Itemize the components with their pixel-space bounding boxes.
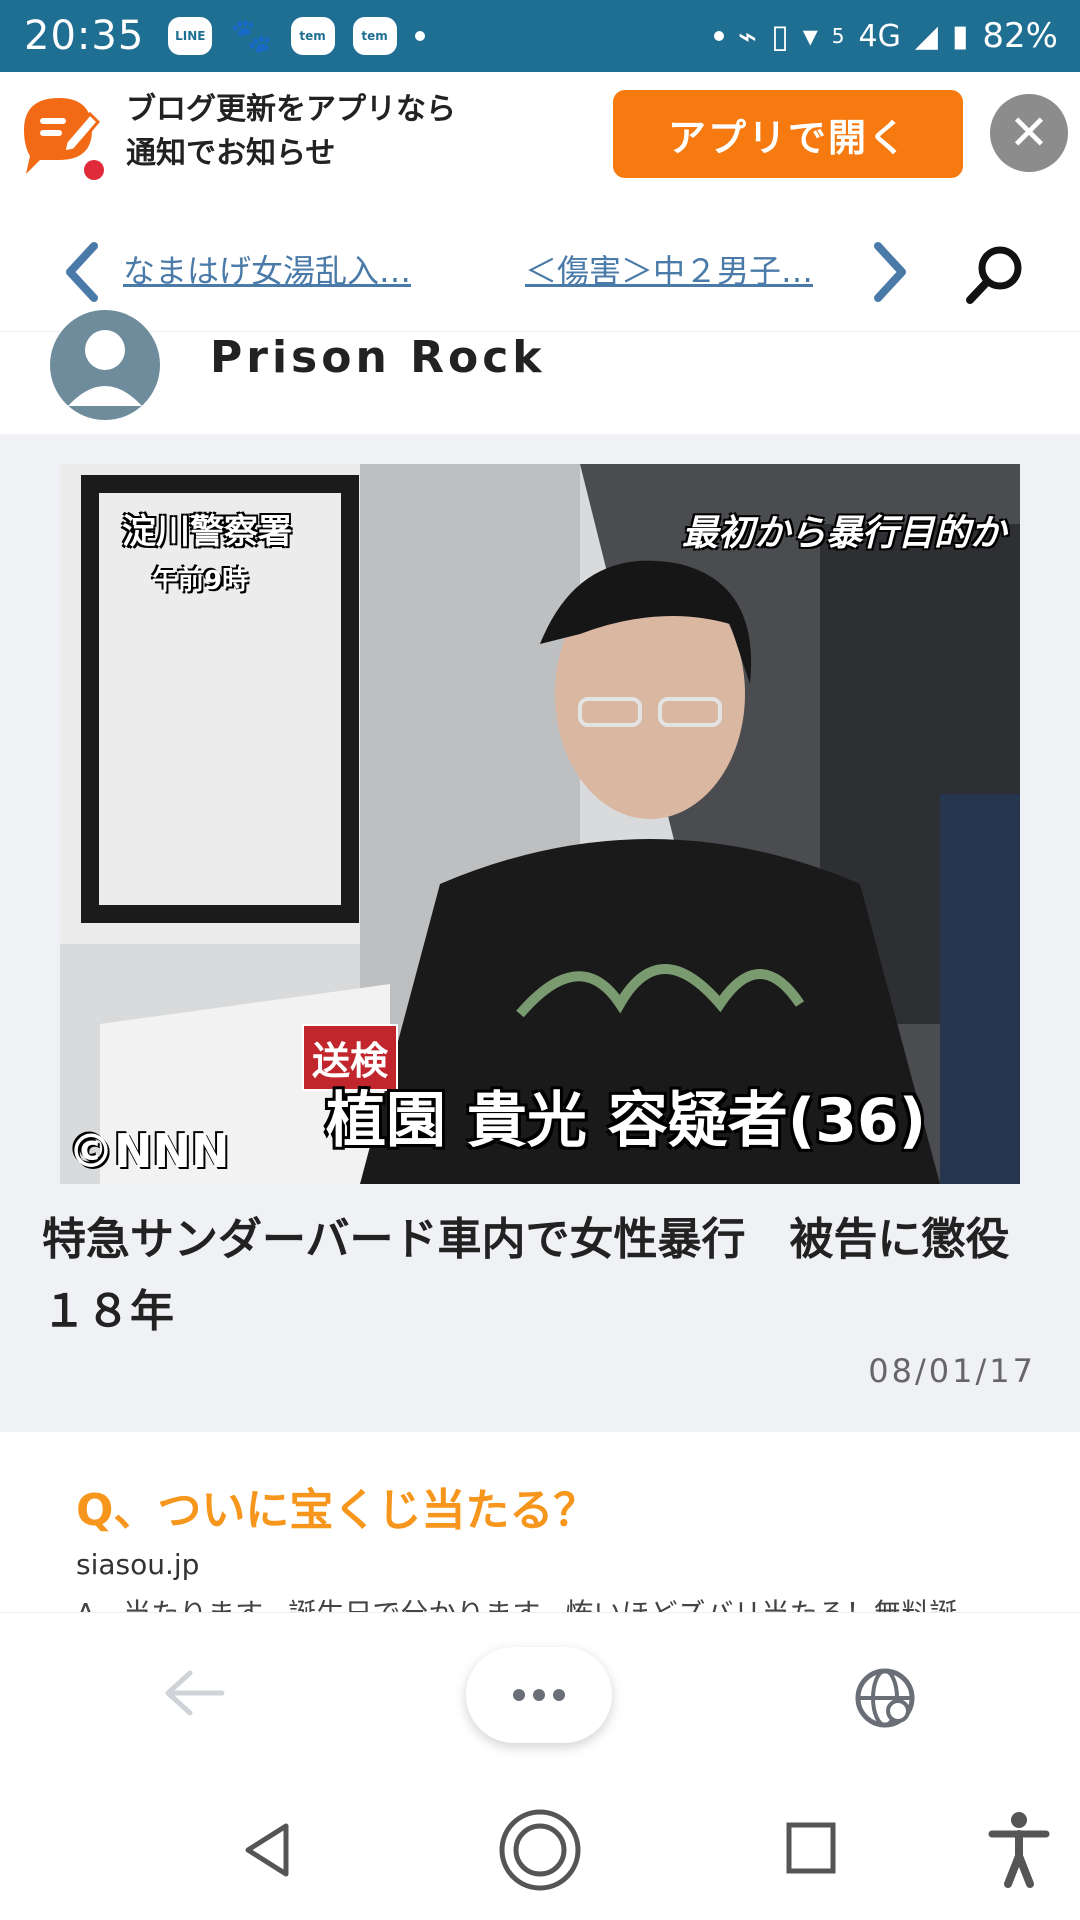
- status-time: 20:35: [24, 13, 145, 59]
- more-dots-icon[interactable]: [466, 1647, 612, 1743]
- nfc-icon: ⌁: [737, 17, 758, 55]
- next-article-link[interactable]: ＜傷害＞中２男子…: [525, 246, 835, 292]
- ad-title[interactable]: Q、ついに宝くじ当たる？: [76, 1474, 597, 1538]
- article-date: 08/01/17: [868, 1352, 1036, 1390]
- chevron-left-icon[interactable]: [60, 240, 104, 304]
- status-bar: 20:35 LINE 🐾 tem tem ⌁ ▯ ▾ 5 4G ◢ ▮ 82%: [0, 0, 1080, 72]
- paw-icon: 🐾: [230, 16, 273, 56]
- caption-copyright: ©NNN: [68, 1124, 230, 1178]
- system-back-icon[interactable]: [240, 1820, 294, 1880]
- vibrate-icon: ▯: [771, 17, 789, 55]
- blog-app-logo-icon: [24, 98, 104, 180]
- system-home-icon[interactable]: [498, 1808, 582, 1892]
- open-in-app-button[interactable]: アプリで開く: [613, 90, 963, 178]
- caption-time: 午前9時: [152, 566, 249, 596]
- status-dot: [713, 31, 724, 41]
- article-navigation: なまはげ女湯乱入… ＜傷害＞中２男子…: [0, 200, 1080, 332]
- blog-name[interactable]: Prison Rock: [210, 332, 546, 383]
- menu-dot: [533, 1689, 545, 1701]
- prev-article-link[interactable]: なまはげ女湯乱入…: [123, 246, 443, 292]
- system-status: ⌁ ▯ ▾ 5 4G ◢ ▮ 82%: [713, 16, 1058, 56]
- search-icon[interactable]: [960, 240, 1030, 310]
- ad-description: A、当たります。誕生日で分かります。怖いほどズバリ当たる！無料誕: [76, 1592, 958, 1612]
- app-promo-banner: ブログ更新をアプリなら 通知でお知らせ アプリで開く ✕: [0, 72, 1080, 200]
- banner-text-line2: 通知でお知らせ: [126, 136, 336, 171]
- ad-domain: siasou.jp: [76, 1548, 200, 1581]
- notification-icons: LINE 🐾 tem tem: [168, 16, 425, 56]
- battery-icon: ▮: [951, 18, 969, 54]
- user-icon: [68, 330, 142, 406]
- network-label: 4G: [858, 18, 901, 54]
- close-banner-button[interactable]: ✕: [990, 94, 1068, 172]
- banner-text: ブログ更新をアプリなら 通知でお知らせ: [126, 88, 456, 176]
- battery-level: 82%: [982, 16, 1058, 56]
- banner-text-line1: ブログ更新をアプリなら: [126, 92, 456, 127]
- line-app-icon: LINE: [168, 17, 213, 55]
- article-card: 淀川警察署 午前9時 最初から暴行目的か 送検 植園 貴光 容疑者(36) ©N…: [0, 434, 1080, 1432]
- avatar[interactable]: [50, 310, 160, 420]
- system-navigation-bar: [0, 1788, 1080, 1920]
- caption-suspect-name: 植園 貴光 容疑者(36): [326, 1086, 927, 1156]
- browser-toolbar: [0, 1612, 1080, 1788]
- menu-dot: [513, 1689, 525, 1701]
- chevron-right-icon[interactable]: [868, 240, 912, 304]
- globe-icon[interactable]: [852, 1665, 918, 1731]
- wifi-icon: ▾: [802, 18, 818, 54]
- arrow-left-icon[interactable]: [160, 1665, 230, 1721]
- blog-header: Prison Rock: [0, 310, 1080, 434]
- menu-dot: [553, 1689, 565, 1701]
- ad-block[interactable]: Q、ついに宝くじ当たる？ siasou.jp A、当たります。誕生日で分かります…: [0, 1432, 1080, 1612]
- caption-police-station: 淀川警察署: [122, 512, 292, 552]
- accessibility-icon[interactable]: [988, 1810, 1050, 1888]
- signal-icon: ◢: [914, 18, 938, 54]
- tem-app-icon: tem: [290, 17, 335, 55]
- article-photo[interactable]: 淀川警察署 午前9時 最初から暴行目的か 送検 植園 貴光 容疑者(36) ©N…: [60, 464, 1020, 1184]
- caption-headline: 最初から暴行目的か: [681, 513, 1006, 554]
- tem-app-icon-2: tem: [352, 17, 397, 55]
- more-notifications-dot: [414, 31, 425, 41]
- signal-label: 5: [831, 24, 845, 48]
- system-recents-icon[interactable]: [784, 1820, 838, 1876]
- article-title[interactable]: 特急サンダーバード車内で女性暴行 被告に懲役１８年: [42, 1204, 1032, 1348]
